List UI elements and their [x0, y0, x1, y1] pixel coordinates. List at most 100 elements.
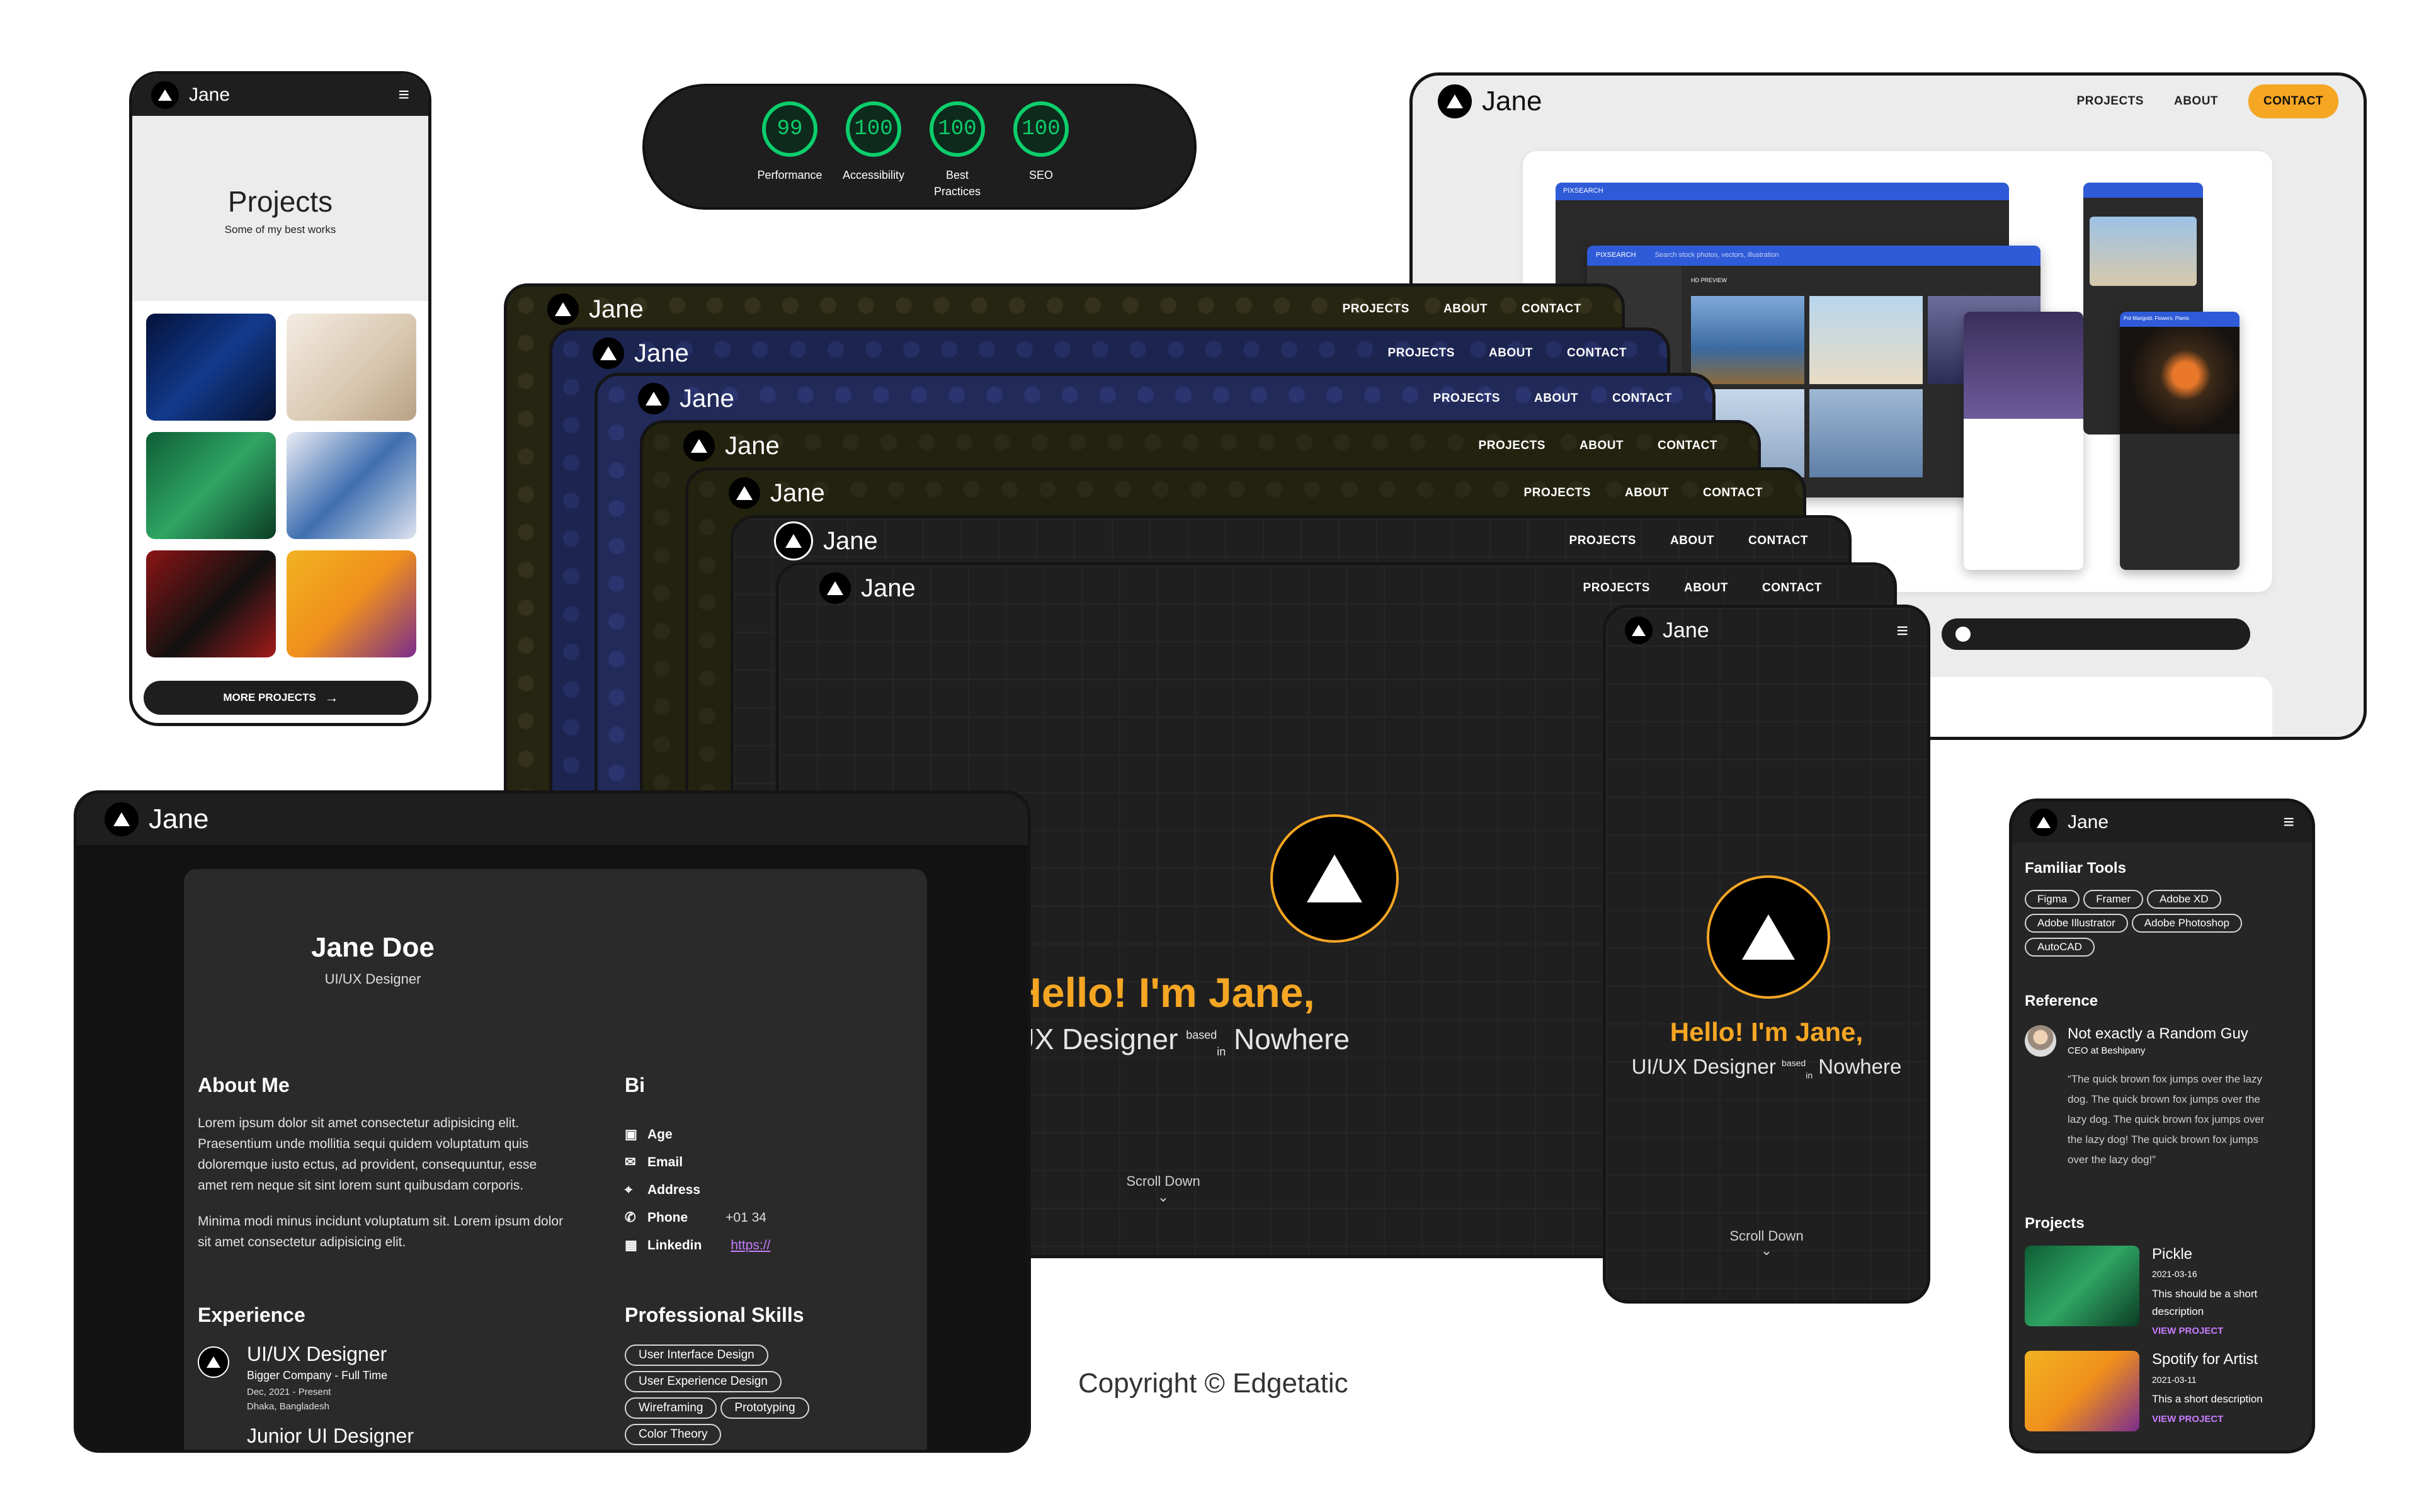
- profile-name: Jane Doe: [311, 932, 435, 963]
- project-thumb[interactable]: [2025, 1351, 2139, 1431]
- pixsearch-mobile-detail: Pot Marigold, Flowers, Plants: [2120, 312, 2240, 570]
- project-link-bar[interactable]: [1942, 618, 2250, 650]
- project-date: 2021-03-16: [2152, 1269, 2197, 1279]
- nav-projects[interactable]: PROJECTS: [1583, 581, 1650, 595]
- pixsearch-search-input[interactable]: Search stock photos, vectors, illustrati…: [1655, 251, 1779, 260]
- nav-projects[interactable]: PROJECTS: [1343, 302, 1409, 316]
- brand-name[interactable]: Jane: [823, 527, 878, 555]
- nav-contact[interactable]: CONTACT: [1522, 302, 1581, 316]
- pixsearch-mobile-filter: [1964, 312, 2083, 570]
- brand-name[interactable]: Jane: [589, 295, 644, 324]
- project-thumb[interactable]: [287, 550, 416, 657]
- project-thumb[interactable]: [146, 550, 276, 657]
- photo-tile[interactable]: [1691, 296, 1804, 384]
- bio-age-label: Age: [647, 1127, 673, 1142]
- skill-chip: Color Theory: [625, 1424, 722, 1445]
- brand-name[interactable]: Jane: [861, 574, 916, 603]
- project-thumb[interactable]: [146, 432, 276, 539]
- nav-about[interactable]: ABOUT: [1625, 486, 1669, 500]
- performance-ring: 99: [762, 101, 817, 157]
- nav-about[interactable]: ABOUT: [1534, 392, 1578, 406]
- nav-contact-button[interactable]: CONTACT: [2248, 84, 2338, 118]
- nav-contact[interactable]: CONTACT: [1658, 439, 1717, 453]
- hamburger-menu-icon[interactable]: ≡: [1896, 619, 1908, 642]
- nav-projects[interactable]: PROJECTS: [1433, 392, 1500, 406]
- nav-contact[interactable]: CONTACT: [1567, 346, 1627, 360]
- nav-about[interactable]: ABOUT: [1684, 581, 1728, 595]
- nav-projects[interactable]: PROJECTS: [1569, 534, 1636, 548]
- experience-company: Bigger Company - Full Time: [247, 1369, 388, 1382]
- score-performance: 99 Performance: [752, 101, 828, 183]
- phone-icon: ✆: [625, 1210, 636, 1225]
- brand-name[interactable]: Jane: [149, 804, 208, 835]
- bio-email-label: Email: [647, 1155, 683, 1169]
- flower-title: Pot Marigold, Flowers, Plants: [2120, 312, 2240, 327]
- experience-location: Dhaka, Bangladesh: [247, 1401, 329, 1412]
- brand-name[interactable]: Jane: [189, 84, 230, 106]
- nav-about[interactable]: ABOUT: [1670, 534, 1714, 548]
- nav-contact[interactable]: CONTACT: [1762, 581, 1822, 595]
- logo-icon[interactable]: [2030, 809, 2058, 836]
- brand-name[interactable]: Jane: [680, 385, 734, 413]
- logo-icon[interactable]: [729, 477, 760, 509]
- bio-phone-value: +01 34: [726, 1210, 766, 1225]
- mobile-header: Jane ≡: [132, 74, 428, 116]
- project-thumb[interactable]: [287, 432, 416, 539]
- hamburger-menu-icon[interactable]: ≡: [2283, 812, 2294, 833]
- more-projects-button[interactable]: MORE PROJECTS →: [144, 681, 418, 715]
- hamburger-menu-icon[interactable]: ≡: [398, 84, 409, 106]
- company-logo-icon: [198, 1346, 229, 1378]
- logo-icon[interactable]: [638, 383, 669, 414]
- project-thumb[interactable]: [2025, 1246, 2139, 1326]
- triangle-logo-icon: [1742, 914, 1795, 960]
- logo-icon[interactable]: [547, 293, 579, 325]
- score-seo: 100 SEO: [1003, 101, 1079, 183]
- logo-icon[interactable]: [683, 430, 715, 462]
- logo-icon[interactable]: [105, 802, 139, 836]
- linkedin-icon: ▦: [625, 1238, 637, 1253]
- experience-heading: Experience: [198, 1304, 305, 1326]
- score-accessibility: 100 Accessibility: [836, 101, 911, 183]
- brand-name[interactable]: Jane: [1663, 618, 1709, 643]
- nav-about[interactable]: ABOUT: [1579, 439, 1624, 453]
- reference-role: CEO at Beshipany: [2068, 1045, 2146, 1056]
- photo-tile[interactable]: [1809, 389, 1923, 477]
- nav-about[interactable]: ABOUT: [1489, 346, 1533, 360]
- calendar-icon: ▣: [625, 1127, 637, 1142]
- logo-icon[interactable]: [1438, 84, 1472, 118]
- brand-name[interactable]: Jane: [1482, 86, 1542, 117]
- skills-heading: Professional Skills: [625, 1304, 804, 1326]
- nav-projects[interactable]: PROJECTS: [1524, 486, 1591, 500]
- nav-projects[interactable]: PROJECTS: [1388, 346, 1455, 360]
- arrow-right-icon: →: [324, 690, 339, 705]
- logo-icon[interactable]: [774, 521, 813, 560]
- brand-name[interactable]: Jane: [2068, 812, 2109, 833]
- logo-icon[interactable]: [819, 572, 851, 604]
- nav-about[interactable]: ABOUT: [2174, 94, 2218, 108]
- project-thumb[interactable]: [146, 314, 276, 421]
- logo-icon[interactable]: [593, 338, 624, 369]
- nav-projects[interactable]: PROJECTS: [2077, 94, 2144, 108]
- nav-contact[interactable]: CONTACT: [1748, 534, 1808, 548]
- tool-chip: Adobe Illustrator: [2025, 914, 2128, 933]
- brand-name[interactable]: Jane: [770, 479, 825, 508]
- nav-contact[interactable]: CONTACT: [1612, 392, 1672, 406]
- project-thumb[interactable]: [287, 314, 416, 421]
- tool-chip: Adobe Photoshop: [2131, 914, 2242, 933]
- logo-icon[interactable]: [151, 81, 179, 109]
- nav-about[interactable]: ABOUT: [1443, 302, 1488, 316]
- project-name: Pickle: [2152, 1246, 2193, 1263]
- score-label: Accessibility: [842, 169, 905, 181]
- tool-chip: Framer: [2083, 890, 2144, 909]
- view-project-link[interactable]: VIEW PROJECT: [2152, 1326, 2223, 1336]
- brand-name[interactable]: Jane: [725, 432, 780, 460]
- view-project-link[interactable]: VIEW PROJECT: [2152, 1414, 2223, 1424]
- nav-contact[interactable]: CONTACT: [1703, 486, 1763, 500]
- bio-linkedin-link[interactable]: https://: [731, 1238, 770, 1253]
- brand-name[interactable]: Jane: [634, 339, 689, 368]
- profile-title: UI/UX Designer: [324, 971, 421, 987]
- nav-projects[interactable]: PROJECTS: [1479, 439, 1545, 453]
- photo-tile[interactable]: [1809, 296, 1923, 384]
- logo-icon[interactable]: [1625, 617, 1653, 644]
- chevron-down-icon[interactable]: ⌄: [1606, 1242, 1927, 1259]
